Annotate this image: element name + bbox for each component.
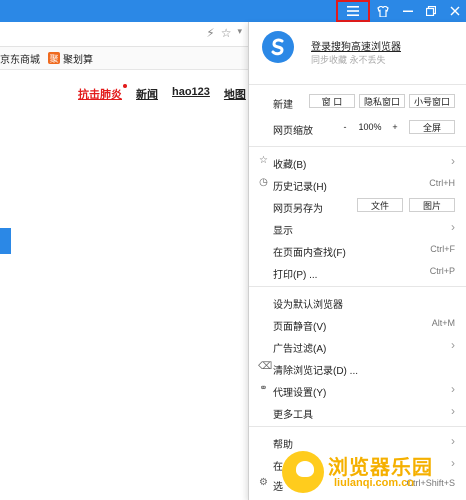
proxy-icon: ⚭ [259,383,268,394]
bookmark-label: 聚划算 [63,54,93,66]
print-shortcut: Ctrl+P [429,266,455,276]
minimize-icon [403,10,413,12]
new-label: 新建 [273,100,293,111]
proxy-label: 代理设置(Y) [273,388,327,399]
watermark-logo-icon [282,451,324,493]
new-private-window-button[interactable]: 隐私窗口 [359,94,405,108]
menu-button[interactable] [336,0,370,22]
menu-row-saveas: 网页另存为 文件 图片 [249,196,466,216]
address-bar[interactable]: ⚡ ☆ ▾ [0,22,248,47]
menu-item-favorites[interactable]: ☆ 收藏(B) › [249,152,466,172]
page-search-button[interactable] [0,228,11,254]
find-label: 在页面内查找(F) [273,248,346,259]
page-nav: 抗击肺炎 新闻 hao123 地图 拍 [78,84,271,102]
new-small-window-button[interactable]: 小号窗口 [409,94,455,108]
clock-icon: ◷ [259,177,268,188]
history-shortcut: Ctrl+H [429,178,455,188]
chevron-right-icon: › [451,434,455,448]
set-default-label: 设为默认浏览器 [273,300,343,311]
menu-item-proxy[interactable]: ⚭ 代理设置(Y) › [249,380,466,400]
saveas-label: 网页另存为 [273,204,323,215]
menu-row-new: 新建 窗 口 隐私窗口 小号窗口 [249,92,466,112]
find-shortcut: Ctrl+F [430,244,455,254]
divider [249,146,466,147]
menu-item-adfilter[interactable]: 广告过滤(A) › [249,336,466,356]
chevron-right-icon: › [451,220,455,234]
juhuasuan-logo-icon: 聚 [48,52,60,64]
clear-label: 清除浏览记录(D) ... [273,366,358,377]
skin-button[interactable] [372,0,394,22]
watermark-title: 浏览器乐园 [328,457,433,479]
bookmark-label: 京东商城 [0,54,40,66]
star-icon: ☆ [259,155,268,166]
nav-link-epidemic[interactable]: 抗击肺炎 [78,84,127,102]
chevron-right-icon: › [451,382,455,396]
menu-item-print[interactable]: 打印(P) ... Ctrl+P [249,262,466,282]
chevron-right-icon: › [451,404,455,418]
nav-link-map[interactable]: 地图 [224,86,246,102]
broom-icon: ⌫ [258,361,273,372]
menu-item-clear-history[interactable]: ⌫ 清除浏览记录(D) ... [249,358,466,378]
display-label: 显示 [273,226,293,237]
nav-link-news[interactable]: 新闻 [136,86,158,102]
new-window-label: 窗 口 [321,96,343,107]
sogou-logo-icon [262,31,294,63]
private-window-label: 隐私窗口 [363,96,400,107]
divider [249,426,466,427]
mute-label: 页面静音(V) [273,322,327,333]
title-bar [0,0,466,22]
bookmark-juhuasuan[interactable]: 聚 聚划算 [48,51,93,66]
menu-item-find[interactable]: 在页面内查找(F) Ctrl+F [249,240,466,260]
zoom-in-button[interactable]: + [387,120,403,134]
close-button[interactable] [444,0,466,22]
zoom-label: 网页缩放 [273,126,313,137]
watermark: 浏览器乐园 liulanqi.com.cn [282,449,466,500]
bookmark-jd[interactable]: 京东商城 [0,51,40,66]
gear-icon: ⚙ [259,477,268,488]
more-tools-label: 更多工具 [273,410,313,421]
adfilter-label: 广告过滤(A) [273,344,327,355]
new-window-button[interactable]: 窗 口 [309,94,355,108]
chevron-right-icon: › [451,154,455,168]
login-subtitle: 同步收藏 永不丢失 [311,55,386,65]
hamburger-icon [347,6,359,16]
chevron-right-icon: › [451,338,455,352]
menu-item-history[interactable]: ◷ 历史记录(H) Ctrl+H [249,174,466,194]
zoom-out-button[interactable]: - [337,120,353,134]
divider [249,286,466,287]
maximize-button[interactable] [420,0,442,22]
minimize-button[interactable] [397,0,419,22]
nav-link-hao123[interactable]: hao123 [172,86,210,102]
menu-item-mute[interactable]: 页面静音(V) Alt+M [249,314,466,334]
fullscreen-button[interactable]: 全屏 [409,120,455,134]
close-icon [450,6,460,16]
zoom-value: 100% [358,122,382,132]
divider [249,84,466,85]
favorites-label: 收藏(B) [273,160,307,171]
account-section[interactable]: 登录搜狗高速浏览器 同步收藏 永不丢失 [249,22,466,82]
browser-menu: 登录搜狗高速浏览器 同步收藏 永不丢失 新建 窗 口 隐私窗口 小号窗口 网页缩… [248,22,466,500]
menu-item-more-tools[interactable]: 更多工具 › [249,402,466,422]
save-as-file-button[interactable]: 文件 [357,198,403,212]
print-label: 打印(P) ... [273,270,318,281]
menu-row-zoom: 网页缩放 - 100% + 全屏 [249,118,466,138]
restore-icon [426,6,436,16]
bookmarks-bar: 京东商城 聚 聚划算 [0,47,248,70]
small-window-label: 小号窗口 [413,96,450,107]
shirt-icon [377,5,389,17]
lightning-icon[interactable]: ⚡ [206,26,214,40]
history-label: 历史记录(H) [273,182,327,193]
menu-item-display[interactable]: 显示 › [249,218,466,238]
watermark-url: liulanqi.com.cn [334,477,415,489]
login-link[interactable]: 登录搜狗高速浏览器 [311,38,401,53]
save-as-image-button[interactable]: 图片 [409,198,455,212]
mute-shortcut: Alt+M [431,318,455,328]
star-icon[interactable]: ☆ [221,26,232,40]
chevron-down-icon[interactable]: ▾ [237,26,242,40]
menu-item-set-default[interactable]: 设为默认浏览器 [249,292,466,312]
